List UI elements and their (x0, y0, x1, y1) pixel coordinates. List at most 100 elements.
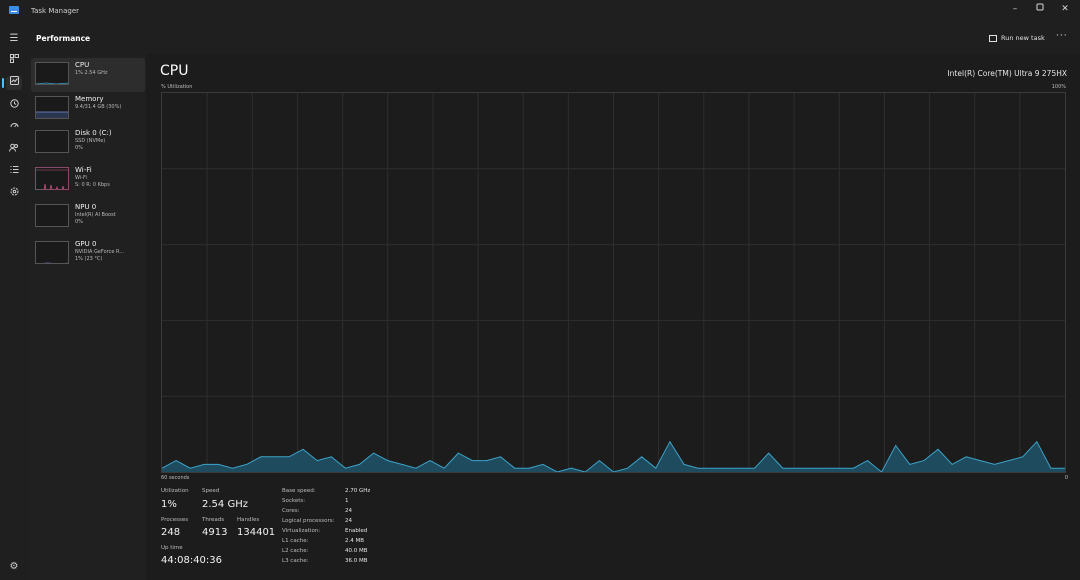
spec-value: 2.70 GHz (345, 488, 371, 494)
axis-max-label: 100% (1051, 84, 1066, 90)
cpu-data-point (979, 460, 981, 461)
cpu-data-point (599, 460, 600, 461)
uptime-label: Up time (161, 545, 183, 551)
cpu-data-point (768, 452, 770, 454)
cpu-data-point (711, 467, 713, 469)
cpu-data-point (754, 467, 755, 469)
cpu-data-point (443, 467, 445, 469)
device-name: Wi-Fi (75, 166, 92, 174)
cpu-data-point (373, 452, 374, 454)
spec-label: Logical processors: (282, 518, 335, 524)
cpu-data-point (246, 464, 248, 465)
spec-value: Enabled (345, 528, 368, 534)
cpu-data-point (570, 467, 572, 469)
cpu-data-point (302, 448, 304, 450)
settings-gear-icon[interactable]: ⚙ (6, 560, 22, 574)
cpu-data-point (387, 460, 389, 461)
cpu-data-point (330, 456, 332, 458)
device-item-wifi[interactable]: Wi-Fi Wi-Fi S: 0 R: 0 Kbps (31, 163, 145, 197)
run-new-task-label: Run new task (1001, 34, 1045, 42)
performance-icon[interactable] (6, 76, 22, 90)
cpu-data-point (853, 467, 854, 469)
device-name: NPU 0 (75, 203, 97, 211)
cpu-data-point (1050, 467, 1052, 469)
minimize-button[interactable]: – (1003, 2, 1027, 18)
task-manager-icon (9, 6, 19, 14)
gpu-thumbnail-graph (35, 241, 69, 264)
device-item-disk[interactable]: Disk 0 (C:) SSD (NVMe) 0% (31, 126, 145, 160)
spec-label: Sockets: (282, 498, 306, 504)
device-throughput: S: 0 R: 0 Kbps (75, 182, 110, 188)
cpu-data-point (288, 456, 290, 458)
run-new-task-button[interactable]: Run new task (989, 34, 1045, 42)
cpu-data-point (965, 456, 967, 458)
cpu-data-point (740, 467, 741, 469)
cpu-data-point (218, 464, 219, 465)
spec-label: Base speed: (282, 488, 316, 494)
device-detail: 9.4/31.4 GB (30%) (75, 104, 122, 110)
handles-value: 134401 (237, 527, 276, 538)
device-detail: Intel(R) AI Boost (75, 212, 116, 218)
main-title: CPU (160, 63, 189, 79)
memory-thumbnail-graph (35, 96, 69, 119)
maximize-button[interactable] (1028, 2, 1052, 18)
cpu-data-point (1008, 460, 1009, 461)
cpu-data-point (429, 460, 431, 461)
cpu-data-point (627, 467, 628, 469)
time-span-label: 60 seconds (161, 475, 190, 481)
users-icon[interactable] (6, 143, 22, 157)
device-item-memory[interactable]: Memory 9.4/31.4 GB (30%) (31, 92, 145, 126)
cpu-data-point (542, 464, 544, 465)
startup-apps-icon[interactable] (6, 121, 22, 135)
cpu-graph-svg (161, 93, 1066, 473)
cpu-data-point (415, 467, 417, 469)
device-item-cpu[interactable]: CPU 1% 2.54 GHz (31, 58, 145, 92)
spec-value: 2.4 MB (345, 538, 365, 544)
cpu-data-point (838, 467, 840, 469)
details-icon[interactable] (6, 165, 22, 179)
cpu-data-point (260, 456, 262, 458)
cpu-data-point (232, 467, 233, 469)
spec-label: L2 cache: (282, 548, 309, 554)
cpu-data-point (457, 452, 459, 454)
processes-icon[interactable] (6, 54, 22, 68)
device-item-npu[interactable]: NPU 0 Intel(R) AI Boost 0% (31, 200, 145, 234)
device-name: Disk 0 (C:) (75, 129, 112, 137)
cpu-data-point (895, 445, 897, 446)
cpu-data-point (500, 456, 501, 458)
cpu-data-point (726, 467, 727, 469)
restore-icon (1036, 3, 1044, 11)
device-item-gpu[interactable]: GPU 0 NVIDIA GeForce R... 1% (23 °C) (31, 237, 145, 271)
page-header: Performance Run new task ··· (28, 24, 1080, 54)
cpu-data-point (359, 464, 360, 465)
spec-value: 36.0 MB (345, 558, 368, 564)
threads-label: Threads (202, 517, 225, 523)
active-indicator (2, 78, 4, 88)
cpu-data-point (655, 467, 657, 469)
processes-value: 248 (161, 527, 181, 538)
utilization-label: Utilization (161, 488, 189, 494)
more-options-button[interactable]: ··· (1056, 31, 1068, 41)
window-title: Task Manager (31, 7, 80, 15)
device-name: GPU 0 (75, 240, 97, 248)
app-history-icon[interactable] (6, 99, 22, 113)
spec-value: 40.0 MB (345, 548, 368, 554)
hamburger-menu-icon[interactable]: ☰ (6, 32, 22, 46)
spec-label: L1 cache: (282, 538, 309, 544)
cpu-data-point (697, 467, 699, 469)
cpu-data-point (274, 456, 276, 458)
cpu-data-point (937, 448, 939, 450)
axis-min-label: 0 (1064, 475, 1068, 481)
cpu-utilization-graph (161, 92, 1066, 473)
services-icon[interactable] (6, 187, 22, 201)
cpu-data-point (867, 460, 868, 461)
cpu-data-point (514, 467, 516, 469)
close-button[interactable]: ✕ (1053, 2, 1077, 18)
page-title: Performance (36, 34, 91, 43)
speed-value: 2.54 GHz (202, 499, 248, 510)
cpu-data-point (1036, 441, 1038, 443)
device-name: Memory (75, 95, 104, 103)
cpu-thumbnail-graph (35, 62, 69, 85)
cpu-data-point (472, 460, 473, 461)
cpu-data-point (401, 464, 403, 465)
